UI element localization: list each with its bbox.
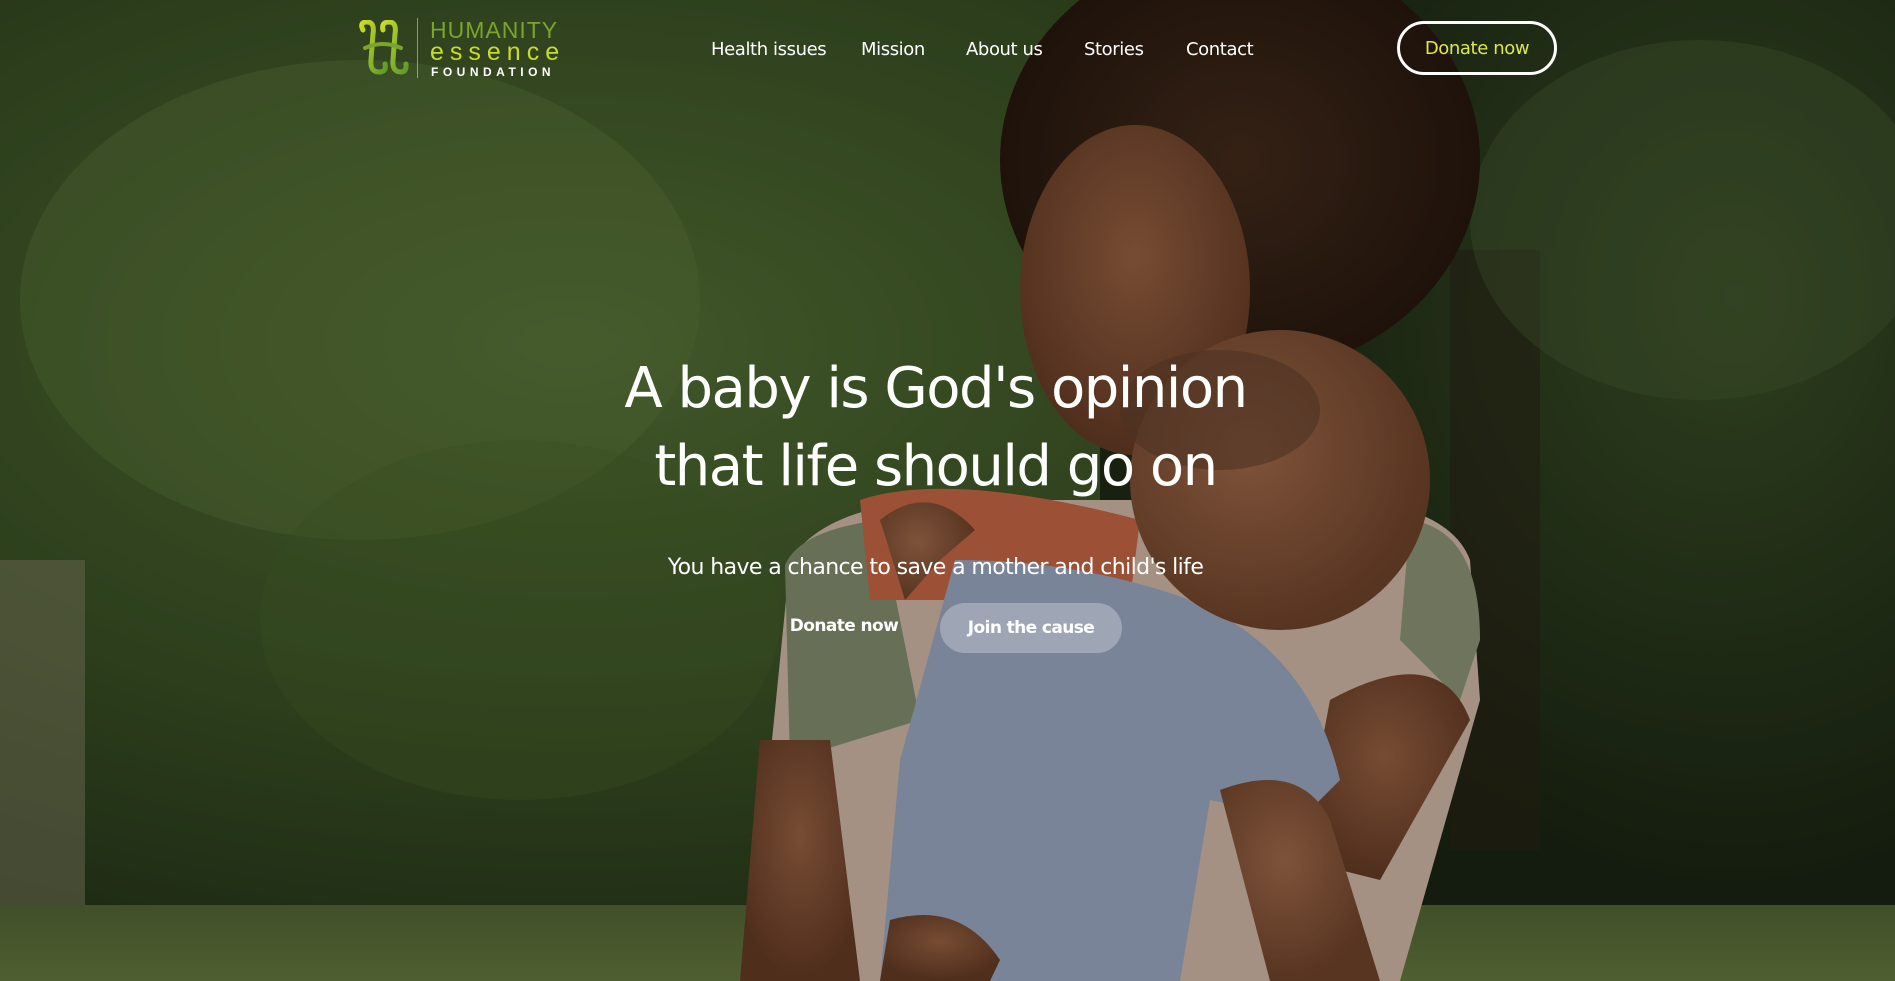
hero-headline-line2: that life should go on [654, 434, 1218, 499]
foundation-logo[interactable]: HUMANITY essence FOUNDATION [357, 16, 567, 80]
hero-donate-button[interactable]: Donate now [775, 603, 913, 649]
logo-text-foundation: FOUNDATION [431, 65, 556, 79]
join-cause-button[interactable]: Join the cause [940, 603, 1122, 653]
nav-item-contact[interactable]: Contact [1186, 38, 1254, 62]
logo-divider [417, 18, 418, 78]
top-navigation-bar: HUMANITY essence FOUNDATION Health issue… [0, 0, 1895, 100]
nav-item-stories[interactable]: Stories [1084, 38, 1144, 62]
nav-donate-button[interactable]: Donate now [1397, 21, 1557, 75]
nav-item-health-issues[interactable]: Health issues [711, 38, 827, 62]
hands-logo-icon [357, 19, 409, 76]
nav-item-mission[interactable]: Mission [861, 38, 925, 62]
logo-text-essence: essence [430, 38, 566, 66]
hero-headline-line1: A baby is God's opinion [624, 356, 1248, 421]
nav-item-about-us[interactable]: About us [966, 38, 1043, 62]
hero-subheadline: You have a chance to save a mother and c… [667, 555, 1204, 580]
